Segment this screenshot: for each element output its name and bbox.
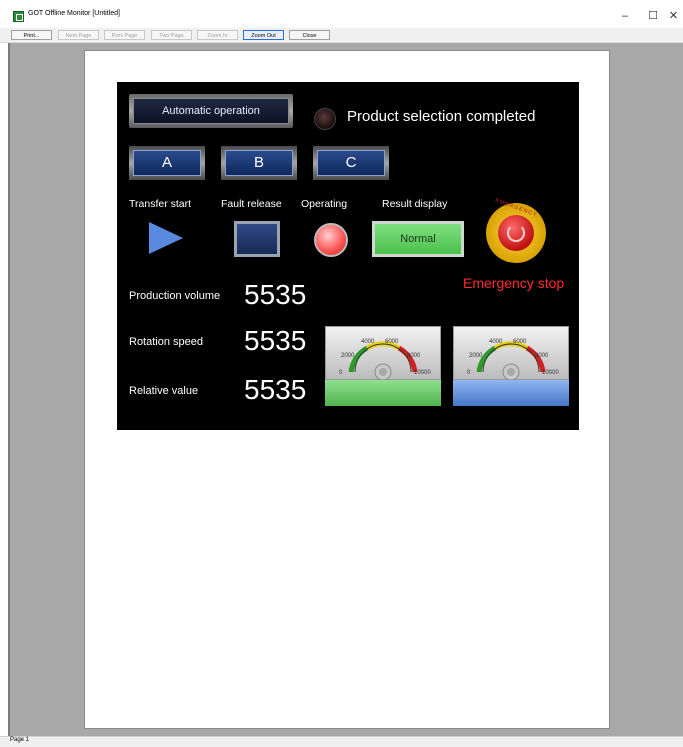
- status-bar: [0, 736, 683, 747]
- prev-page-button[interactable]: Prev Page: [104, 30, 145, 40]
- production-volume-label: Production volume: [129, 290, 221, 302]
- gauge-tick-4000: 4000: [489, 339, 503, 345]
- gauge-tick-6000: 6000: [385, 339, 399, 345]
- transfer-start-label: Transfer start: [129, 198, 192, 210]
- select-a-button[interactable]: A: [129, 146, 205, 180]
- gauge-dial: 0 2000 4000 6000 8000 10000: [339, 339, 431, 380]
- gauge-tick-8000: 8000: [407, 353, 421, 359]
- operating-label: Operating: [301, 198, 348, 210]
- gauge-bar: [325, 380, 441, 406]
- gauge-tick-4000: 4000: [361, 339, 375, 345]
- gauge-tick-6000: 6000: [513, 339, 527, 345]
- gauge-tick-2000: 2000: [341, 353, 355, 359]
- select-c-button[interactable]: C: [313, 146, 389, 180]
- rotation-speed-gauge: 0 2000 4000 6000 8000 10000: [325, 326, 441, 406]
- emergency-stop-button[interactable]: EMERGENCY: [486, 198, 546, 263]
- operating-lamp: [314, 223, 348, 257]
- emergency-stop-label: Emergency stop: [463, 275, 565, 291]
- gauge-tick-10000: 10000: [542, 370, 559, 376]
- gauge-tick-2000: 2000: [469, 353, 483, 359]
- select-b-button[interactable]: B: [221, 146, 297, 180]
- relative-value-gauge: 0 2000 4000 6000 8000 10000: [453, 326, 569, 406]
- viewer-border: [8, 43, 10, 736]
- fault-release-label: Fault release: [221, 198, 282, 210]
- relative-value-label: Relative value: [129, 385, 199, 397]
- select-a-label: A: [133, 150, 201, 176]
- zoom-in-button[interactable]: Zoom In: [197, 30, 238, 40]
- window-title: GOT Offline Monitor [Untitled]: [28, 10, 120, 17]
- next-page-button[interactable]: Next Page: [58, 30, 99, 40]
- fault-release-button[interactable]: [234, 221, 280, 257]
- close-window-button[interactable]: ✕: [664, 6, 683, 26]
- result-display-label: Result display: [382, 198, 448, 210]
- select-c-label: C: [317, 150, 385, 176]
- transfer-start-play-icon[interactable]: [149, 222, 183, 254]
- page-indicator: Page 1: [10, 737, 30, 743]
- gauge-tick-10000: 10000: [414, 370, 431, 376]
- rotation-speed-label: Rotation speed: [129, 336, 203, 348]
- rotation-speed-value: 5535: [244, 325, 307, 356]
- select-b-label: B: [225, 150, 293, 176]
- result-value: Normal: [375, 224, 461, 254]
- app-icon: [13, 11, 24, 22]
- close-button[interactable]: Close: [289, 30, 330, 40]
- two-page-button[interactable]: Two Page: [151, 30, 192, 40]
- maximize-button[interactable]: ☐: [642, 6, 664, 26]
- result-display-box: Normal: [372, 221, 464, 257]
- hmi-screen: Automatic operation Product selection co…: [117, 82, 579, 430]
- product-selection-lamp: [314, 108, 336, 130]
- production-volume-value: 5535: [244, 279, 307, 310]
- relative-value-value: 5535: [244, 374, 307, 405]
- fault-release-face: [237, 224, 277, 254]
- gauge-tick-0: 0: [339, 370, 343, 376]
- zoom-out-button[interactable]: Zoom Out: [243, 30, 284, 40]
- rotate-arrow-icon: [507, 224, 525, 242]
- gauge-tick-8000: 8000: [535, 353, 549, 359]
- print-button[interactable]: Print...: [11, 30, 52, 40]
- minimize-button[interactable]: –: [614, 6, 636, 26]
- gauge-bar: [453, 380, 569, 406]
- title-bar: GOT Offline Monitor [Untitled] – ☐ ✕: [0, 0, 683, 28]
- gauge-dial: 0 2000 4000 6000 8000 10000: [467, 339, 559, 380]
- gauge-tick-0: 0: [467, 370, 471, 376]
- automatic-operation-button[interactable]: Automatic operation: [129, 94, 293, 128]
- automatic-operation-label: Automatic operation: [133, 98, 289, 124]
- product-selection-label: Product selection completed: [347, 108, 536, 125]
- toolbar: Print... Next Page Prev Page Two Page Zo…: [0, 28, 683, 43]
